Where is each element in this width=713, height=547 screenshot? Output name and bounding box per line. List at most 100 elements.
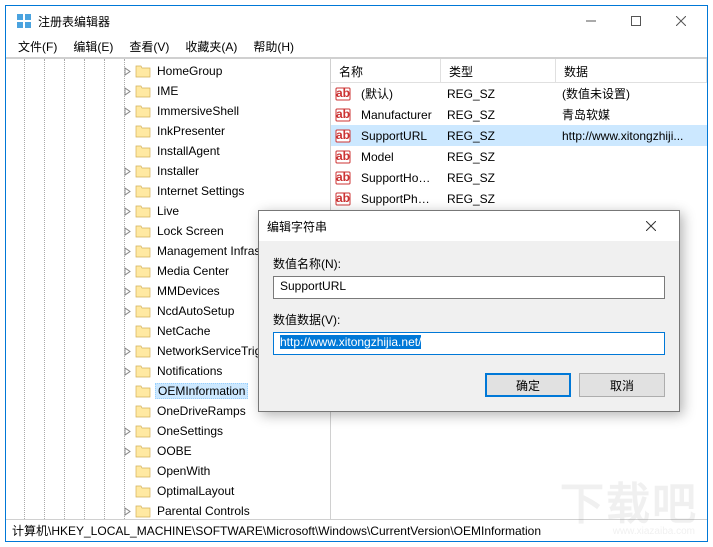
tree-item-label: OOBE [155, 443, 194, 459]
svg-text:ab: ab [336, 149, 350, 163]
expand-icon[interactable] [121, 465, 133, 477]
expand-icon[interactable] [121, 285, 133, 297]
cell-type: REG_SZ [441, 148, 556, 166]
list-header: 名称 类型 数据 [331, 59, 707, 83]
col-header-data[interactable]: 数据 [556, 59, 707, 82]
expand-icon[interactable] [121, 305, 133, 317]
expand-icon[interactable] [121, 245, 133, 257]
expand-icon[interactable] [121, 165, 133, 177]
edit-string-dialog: 编辑字符串 数值名称(N): SupportURL 数值数据(V): http:… [258, 210, 680, 412]
cell-name: SupportURL [355, 127, 441, 145]
expand-icon[interactable] [121, 365, 133, 377]
cell-type: REG_SZ [441, 190, 556, 208]
folder-icon [135, 144, 151, 158]
cell-type: REG_SZ [441, 85, 556, 103]
list-row[interactable]: ab SupportURLREG_SZhttp://www.xitongzhiji… [331, 125, 707, 146]
list-row[interactable]: ab ModelREG_SZ [331, 146, 707, 167]
svg-text:ab: ab [336, 107, 350, 121]
tree-item-label: InstallAgent [155, 143, 222, 159]
expand-icon[interactable] [121, 185, 133, 197]
string-value-icon: ab [335, 128, 351, 144]
cell-data [556, 197, 707, 201]
expand-icon[interactable] [121, 105, 133, 117]
string-value-icon: ab [335, 86, 351, 102]
folder-icon [135, 324, 151, 338]
expand-icon[interactable] [121, 445, 133, 457]
titlebar: 注册表编辑器 [6, 6, 707, 36]
folder-icon [135, 464, 151, 478]
folder-icon [135, 84, 151, 98]
folder-icon [135, 364, 151, 378]
value-name-input[interactable]: SupportURL [273, 276, 665, 299]
ok-button[interactable]: 确定 [485, 373, 571, 397]
cell-type: REG_SZ [441, 127, 556, 145]
expand-icon[interactable] [121, 405, 133, 417]
svg-text:ab: ab [336, 86, 350, 100]
svg-text:ab: ab [336, 128, 350, 142]
folder-icon [135, 204, 151, 218]
value-name-label: 数值名称(N): [273, 255, 665, 272]
minimize-button[interactable] [568, 7, 613, 35]
string-value-icon: ab [335, 107, 351, 123]
expand-icon[interactable] [121, 225, 133, 237]
cell-name: SupportHours [355, 169, 441, 187]
close-button[interactable] [658, 7, 703, 35]
menu-help[interactable]: 帮助(H) [245, 36, 302, 57]
svg-text:ab: ab [336, 170, 350, 184]
list-row[interactable]: abManufacturerREG_SZ青岛软媒 [331, 104, 707, 125]
statusbar-path: 计算机\HKEY_LOCAL_MACHINE\SOFTWARE\Microsof… [12, 522, 541, 539]
expand-icon[interactable] [121, 425, 133, 437]
expand-icon[interactable] [121, 125, 133, 137]
string-value-icon: ab [335, 149, 351, 165]
tree-item-label: OEMInformation [155, 383, 248, 399]
col-header-name[interactable]: 名称 [331, 59, 441, 82]
tree-item-label: HomeGroup [155, 63, 224, 79]
menu-file[interactable]: 文件(F) [10, 36, 65, 57]
dialog-title: 编辑字符串 [267, 218, 631, 235]
folder-icon [135, 184, 151, 198]
list-row[interactable]: ab SupportHoursREG_SZ [331, 167, 707, 188]
cell-type: REG_SZ [441, 169, 556, 187]
cell-data: 青岛软媒 [556, 104, 707, 125]
folder-icon [135, 484, 151, 498]
cell-data [556, 155, 707, 159]
cell-type: REG_SZ [441, 106, 556, 124]
expand-icon[interactable] [121, 325, 133, 337]
menu-edit[interactable]: 编辑(E) [65, 36, 121, 57]
svg-text:ab: ab [336, 191, 350, 205]
tree-item-label: ImmersiveShell [155, 103, 241, 119]
maximize-button[interactable] [613, 7, 658, 35]
expand-icon[interactable] [121, 85, 133, 97]
menu-favorites[interactable]: 收藏夹(A) [177, 36, 245, 57]
expand-icon[interactable] [121, 485, 133, 497]
cell-name: SupportPhone [355, 190, 441, 208]
folder-icon [135, 424, 151, 438]
expand-icon[interactable] [121, 265, 133, 277]
dialog-close-button[interactable] [631, 212, 671, 240]
folder-icon [135, 64, 151, 78]
value-data-input[interactable]: http://www.xitongzhijia.net/ [273, 332, 665, 355]
expand-icon[interactable] [121, 345, 133, 357]
folder-icon [135, 384, 151, 398]
folder-icon [135, 404, 151, 418]
expand-icon[interactable] [121, 145, 133, 157]
cell-name: Model [355, 148, 441, 166]
expand-icon[interactable] [121, 385, 133, 397]
col-header-type[interactable]: 类型 [441, 59, 556, 82]
tree-item-label: OptimalLayout [155, 483, 236, 499]
expand-icon[interactable] [121, 205, 133, 217]
tree-item-label: OneDriveRamps [155, 403, 248, 419]
folder-icon [135, 504, 151, 518]
list-row[interactable]: ab SupportPhoneREG_SZ [331, 188, 707, 209]
cancel-button[interactable]: 取消 [579, 373, 665, 397]
string-value-icon: ab [335, 191, 351, 207]
cell-data: http://www.xitongzhiji... [556, 127, 707, 145]
menu-view[interactable]: 查看(V) [121, 36, 177, 57]
folder-icon [135, 104, 151, 118]
tree-item-label: Installer [155, 163, 201, 179]
list-row[interactable]: ab(默认)REG_SZ(数值未设置) [331, 83, 707, 104]
expand-icon[interactable] [121, 505, 133, 517]
tree-item-label: NcdAutoSetup [155, 303, 236, 319]
expand-icon[interactable] [121, 65, 133, 77]
string-value-icon: ab [335, 170, 351, 186]
